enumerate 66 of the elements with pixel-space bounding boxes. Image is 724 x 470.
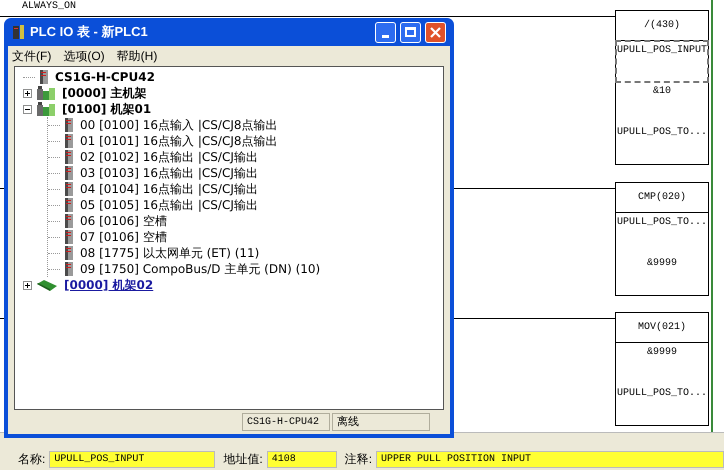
tree-item[interactable]: [0000] 主机架 [60, 85, 149, 101]
instruction-block[interactable]: MOV(021) &9999 UPULL_POS_TO... [615, 312, 709, 426]
tree-item[interactable]: 01 [0101] 16点输入 |CS/CJ8点输出 [78, 133, 280, 149]
module-icon [64, 246, 74, 260]
maximize-button[interactable] [400, 22, 421, 42]
maximize-icon [405, 27, 416, 37]
module-icon [64, 230, 74, 244]
module-icon [64, 198, 74, 212]
tree-item[interactable]: 05 [0105] 16点输出 |CS/CJ输出 [78, 197, 260, 213]
rack-icon [36, 101, 56, 117]
tree-item[interactable]: 04 [0104] 16点输出 |CS/CJ输出 [78, 181, 260, 197]
module-icon [64, 150, 74, 164]
operand[interactable]: UPULL_POS_TO... [616, 213, 708, 254]
board-icon [36, 278, 58, 292]
minimize-button[interactable] [375, 22, 396, 42]
tree-item[interactable]: 08 [1775] 以太网单元 (ET) (11) [78, 245, 262, 261]
field-label: 地址值: [223, 451, 263, 468]
instruction-block[interactable]: CMP(020) UPULL_POS_TO... &9999 [615, 182, 709, 296]
menu-item[interactable]: 选项(O) [63, 47, 105, 65]
operand[interactable]: &10 [616, 82, 708, 123]
tree-item[interactable]: 03 [0103] 16点输出 |CS/CJ输出 [78, 165, 260, 181]
contact-label: ALWAYS_ON [22, 1, 76, 13]
instruction-name: MOV(021) [616, 313, 708, 343]
tree-item[interactable]: [0000] 机架02 [62, 277, 156, 293]
plus-icon [24, 282, 31, 288]
menu-item[interactable]: 帮助(H) [116, 47, 158, 65]
expander-box[interactable] [23, 88, 32, 98]
tree-item[interactable]: 00 [0100] 16点输入 |CS/CJ8点输出 [78, 117, 280, 133]
expander-box[interactable] [23, 280, 32, 290]
module-icon [64, 118, 74, 132]
app-icon [12, 24, 26, 40]
plus-icon [24, 90, 31, 96]
instruction-name: CMP(020) [616, 183, 708, 213]
operand[interactable]: UPULL_POS_INPUT [616, 41, 708, 82]
tree-item[interactable]: [0100] 机架01 [60, 101, 154, 117]
tree-item[interactable]: 09 [1750] CompoBus/D 主单元 (DN) (10) [78, 261, 322, 277]
tree-item[interactable]: CS1G-H-CPU42 [53, 69, 157, 85]
menu-item[interactable]: 文件(F) [12, 47, 52, 65]
tree-item[interactable]: 06 [0106] 空槽 [78, 213, 169, 229]
status-pane: 离线 [332, 413, 430, 431]
expander-box[interactable] [23, 104, 32, 114]
instruction-block[interactable]: /(430) UPULL_POS_INPUT &10 UPULL_POS_TO... [615, 10, 709, 165]
input-field[interactable]: UPPER PULL POSITION INPUT [376, 450, 724, 468]
operand[interactable]: UPULL_POS_TO... [616, 123, 708, 164]
module-icon [64, 214, 74, 228]
module-icon [39, 70, 49, 84]
tree-item[interactable]: 02 [0102] 16点输出 |CS/CJ输出 [78, 149, 260, 165]
module-icon [64, 262, 74, 276]
module-icon [64, 182, 74, 196]
window-title: PLC IO 表 - 新PLC1 [30, 23, 149, 42]
close-button[interactable] [425, 22, 446, 42]
operand[interactable]: &9999 [616, 343, 708, 384]
module-icon [64, 134, 74, 148]
field-label: 注释: [344, 451, 372, 468]
status-pane: CS1G-H-CPU42 [242, 413, 330, 431]
tree-item[interactable]: 07 [0106] 空槽 [78, 229, 169, 245]
operand[interactable]: UPULL_POS_TO... [616, 384, 708, 425]
rack-icon [36, 85, 56, 101]
input-field[interactable]: UPULL_POS_INPUT [49, 450, 216, 468]
instruction-name: /(430) [616, 11, 708, 41]
field-label: 名称: [18, 451, 46, 468]
minimize-icon [382, 34, 389, 38]
operand[interactable]: &9999 [616, 254, 708, 295]
close-icon [430, 26, 441, 38]
module-icon [64, 166, 74, 180]
input-field[interactable]: 4108 [266, 450, 337, 468]
